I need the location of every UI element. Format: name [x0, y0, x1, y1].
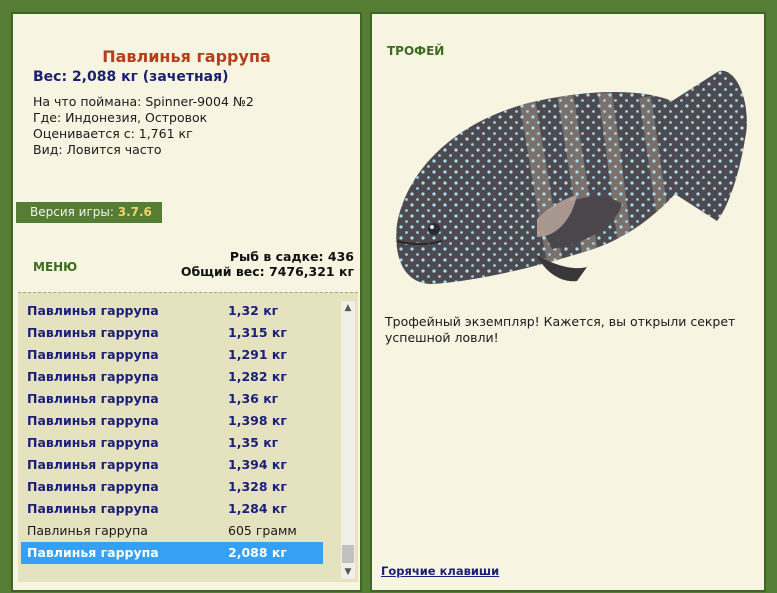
- list-item-weight: 1,315 кг: [228, 325, 287, 340]
- chevron-down-icon[interactable]: ▼: [341, 565, 355, 579]
- list-item-name: Павлинья гаррупа: [27, 457, 159, 472]
- list-item-weight: 1,282 кг: [228, 369, 287, 384]
- fish-weight: Вес: 2,088 кг (зачетная): [33, 69, 229, 85]
- list-item[interactable]: Павлинья гаррупа 1,315 кг: [21, 322, 323, 344]
- list-item[interactable]: Павлинья гаррупа 1,35 кг: [21, 432, 323, 454]
- list-item[interactable]: Павлинья гаррупа 605 грамм: [21, 520, 323, 542]
- trophy-panel: ТРОФЕЙ Трофейный экземпляр! Кажется, вы …: [370, 12, 766, 592]
- list-item[interactable]: Павлинья гаррупа 1,398 кг: [21, 410, 323, 432]
- list-item-name: Павлинья гаррупа: [27, 501, 159, 516]
- list-item-weight: 1,36 кг: [228, 391, 279, 406]
- list-item[interactable]: Павлинья гаррупа 1,394 кг: [21, 454, 323, 476]
- catch-list[interactable]: Павлинья гаррупа 1,32 кг Павлинья гаррупа…: [21, 300, 323, 564]
- list-item-name: Павлинья гаррупа: [27, 479, 159, 494]
- list-item-weight: 1,328 кг: [228, 479, 287, 494]
- version-value: 3.7.6: [117, 205, 152, 219]
- keepnet-stats: Рыб в садке: 436 Общий вес: 7476,321 кг: [181, 249, 354, 279]
- total-weight: Общий вес: 7476,321 кг: [180, 264, 354, 279]
- list-item-selected[interactable]: Павлинья гаррупа 2,088 кг: [21, 542, 323, 564]
- scroll-thumb[interactable]: [342, 545, 354, 563]
- list-item-weight: 1,398 кг: [228, 413, 287, 428]
- list-item-weight: 1,394 кг: [228, 457, 287, 472]
- list-item-name: Павлинья гаррупа: [27, 325, 159, 340]
- list-item-name: Павлинья гаррупа: [27, 413, 159, 428]
- list-item-name: Павлинья гаррупа: [27, 523, 148, 538]
- list-item-weight: 1,32 кг: [228, 303, 279, 318]
- valued-from: Оценивается с: 1,761 кг: [33, 126, 193, 141]
- version-label: Версия игры:: [30, 205, 114, 219]
- list-item-name: Павлинья гаррупа: [27, 435, 159, 450]
- trophy-label: ТРОФЕЙ: [387, 44, 445, 58]
- list-item-weight: 1,35 кг: [228, 435, 279, 450]
- list-item[interactable]: Павлинья гаррупа 1,282 кг: [21, 366, 323, 388]
- game-version: Версия игры: 3.7.6: [16, 202, 162, 223]
- catch-list-area: Павлинья гаррупа 1,32 кг Павлинья гаррупа…: [18, 292, 358, 582]
- trophy-message: Трофейный экземпляр! Кажется, вы открыли…: [385, 314, 736, 345]
- list-item-name: Павлинья гаррупа: [27, 347, 159, 362]
- list-item-weight: 1,291 кг: [228, 347, 287, 362]
- list-item-name: Павлинья гаррупа: [27, 369, 159, 384]
- fish-kind: Вид: Ловится часто: [33, 142, 162, 157]
- list-item-name: Павлинья гаррупа: [27, 303, 159, 318]
- list-item-weight: 605 грамм: [228, 523, 297, 538]
- catch-info-panel: Павлинья гаррупа Вес: 2,088 кг (зачетная…: [11, 12, 362, 592]
- fish-title: Павлинья гаррупа: [102, 47, 271, 66]
- list-item[interactable]: Павлинья гаррупа 1,32 кг: [21, 300, 323, 322]
- list-item[interactable]: Павлинья гаррупа 1,36 кг: [21, 388, 323, 410]
- list-item-weight: 1,284 кг: [228, 501, 287, 516]
- list-item[interactable]: Павлинья гаррупа 1,284 кг: [21, 498, 323, 520]
- chevron-up-icon[interactable]: ▲: [341, 301, 355, 315]
- catch-location: Где: Индонезия, Островок: [33, 110, 208, 125]
- hotkeys-link[interactable]: Горячие клавиши: [381, 564, 499, 578]
- list-item-name: Павлинья гаррупа: [27, 391, 159, 406]
- list-item[interactable]: Павлинья гаррупа 1,291 кг: [21, 344, 323, 366]
- menu-button[interactable]: МЕНЮ: [33, 260, 77, 274]
- fish-count: Рыб в садке: 436: [229, 249, 354, 264]
- list-item-name: Павлинья гаррупа: [27, 545, 159, 560]
- list-item[interactable]: Павлинья гаррупа 1,328 кг: [21, 476, 323, 498]
- fish-image: [396, 70, 747, 284]
- list-scrollbar[interactable]: ▲ ▼: [341, 301, 355, 579]
- list-item-weight: 2,088 кг: [228, 545, 287, 560]
- caught-with: На что поймана: Spinner-9004 №2: [33, 94, 254, 109]
